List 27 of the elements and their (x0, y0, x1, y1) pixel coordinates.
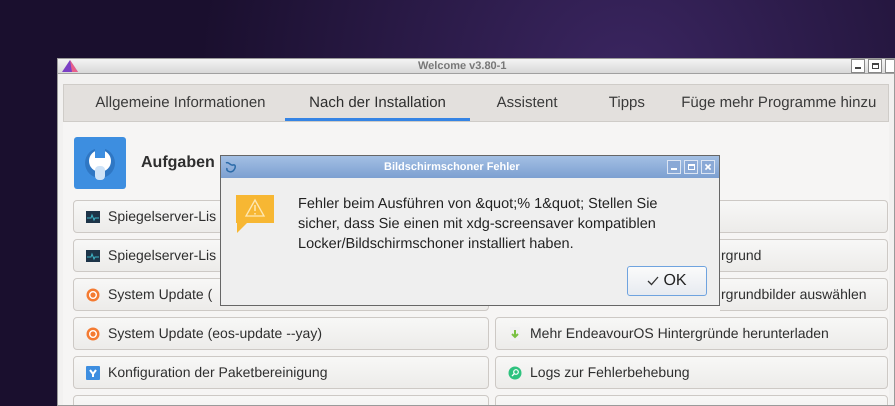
tab[interactable]: Assistent (470, 85, 584, 121)
update-icon (86, 288, 100, 302)
triangle-logo-icon (61, 59, 79, 73)
action-button[interactable]: Mehr EndeavourOS Hintergründe herunterladen (495, 317, 888, 350)
search-icon (508, 366, 522, 380)
window-title: Welcome v3.80-1 (418, 59, 506, 74)
action-button[interactable]: rgrund (720, 239, 888, 272)
action-button[interactable]: rgrundbilder auswählen (720, 278, 888, 311)
maximize-button[interactable] (868, 59, 882, 73)
minimize-button[interactable] (851, 59, 865, 73)
monitor-icon (86, 210, 100, 224)
error-message: Fehler beim Ausführen von &quot;% 1&quot; Stellen Sie sicher, dass Sie einen mit xdg-screensaver kompatiblen Locker/Bildschirmschoner installiert haben. (298, 195, 658, 254)
dialog-title: Bildschirmschoner Fehler (384, 160, 520, 175)
ok-button[interactable]: OK (627, 266, 707, 296)
monitor-icon (86, 248, 100, 262)
action-button[interactable]: System Update (eos-update --yay) (73, 317, 489, 350)
action-button[interactable]: Logs zur Fehlerbehebung (495, 356, 888, 389)
warning-icon (235, 194, 275, 234)
tab[interactable]: Allgemeine Informationen (76, 85, 285, 121)
action-button[interactable]: Konfiguration der Paketbereinigung (73, 356, 489, 389)
wrench-gear-icon (73, 136, 127, 190)
action-button[interactable] (720, 200, 888, 233)
update-icon (86, 326, 100, 340)
tab[interactable]: Tipps (584, 85, 670, 121)
section-heading: Aufgaben (141, 153, 215, 173)
tab[interactable]: Füge mehr Programme hinzu (670, 85, 888, 121)
check-icon (647, 276, 660, 286)
